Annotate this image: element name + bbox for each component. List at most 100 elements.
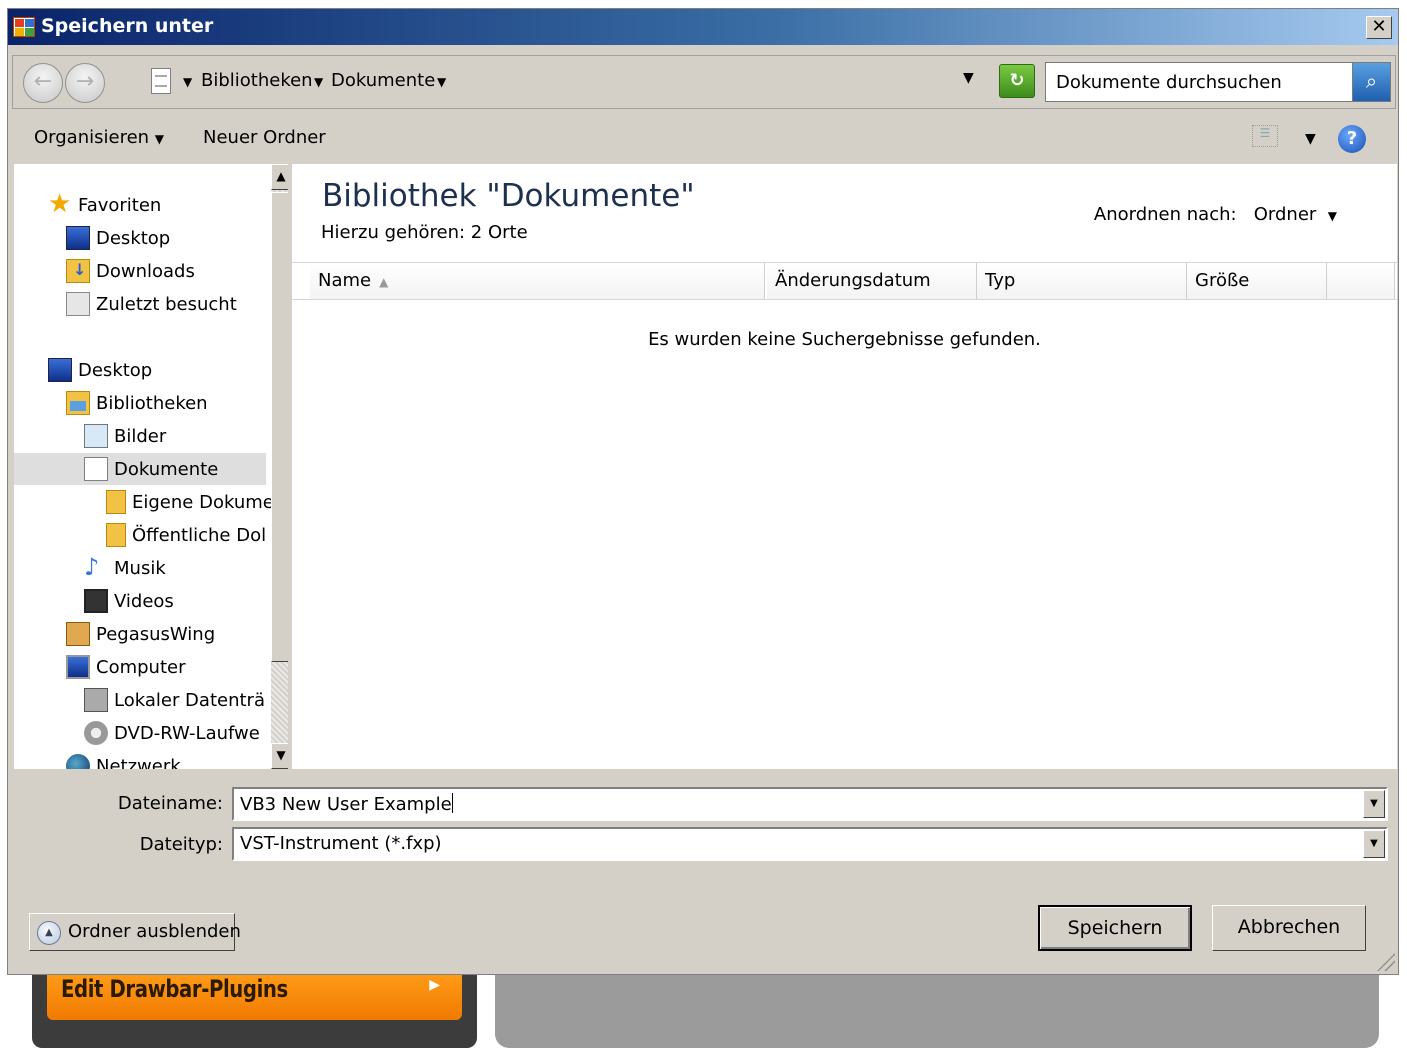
view-dropdown-icon[interactable]: ▼	[1305, 131, 1316, 147]
nav-label: Musik	[114, 557, 166, 579]
search-input[interactable]: Dokumente durchsuchen	[1056, 72, 1282, 93]
library-subtitle[interactable]: Hierzu gehören: 2 Orte	[321, 222, 528, 243]
empty-message: Es wurden keine Suchergebnisse gefunden.	[648, 329, 1041, 350]
title-bar[interactable]: Speichern unter ✕	[8, 9, 1398, 45]
address-history-dropdown-icon[interactable]: ▼	[963, 70, 974, 86]
folder-icon	[106, 490, 126, 514]
column-headers: Name ▲ Änderungsdatum Typ Größe	[292, 262, 1397, 300]
filetype-value[interactable]: VST-Instrument (*.fxp)	[240, 833, 442, 854]
play-arrow-icon: ▶	[429, 977, 440, 993]
nav-item-recent[interactable]: Zuletzt besucht	[66, 288, 237, 320]
nav-item-documents[interactable]: Dokumente	[14, 453, 266, 485]
scrollbar-thumb[interactable]	[271, 192, 288, 662]
app-icon	[13, 17, 35, 37]
breadcrumb-documents[interactable]: Dokumente	[331, 70, 435, 91]
column-header-size[interactable]: Größe	[1187, 263, 1327, 299]
nav-label: Netzwerk	[96, 755, 181, 770]
save-as-dialog: Speichern unter ✕ ← → ▼ Bibliotheken ▼ D…	[7, 8, 1399, 975]
filename-label: Dateiname:	[117, 793, 223, 814]
edit-drawbar-plugins-button[interactable]: Edit Drawbar-Plugins ▶	[47, 975, 462, 1020]
nav-item-public-documents[interactable]: Öffentliche Dol	[106, 519, 266, 551]
chevron-down-icon[interactable]: ▼	[1328, 209, 1337, 223]
dialog-title: Speichern unter	[41, 15, 214, 37]
column-header-modified[interactable]: Änderungsdatum	[767, 263, 977, 299]
breadcrumb-libraries[interactable]: Bibliotheken	[201, 70, 313, 91]
scroll-up-icon[interactable]: ▲	[271, 164, 288, 190]
dvd-drive-icon	[84, 721, 108, 745]
nav-item-desktop-favorite[interactable]: Desktop	[66, 222, 170, 254]
nav-label: Desktop	[96, 227, 171, 249]
nav-item-my-documents[interactable]: Eigene Dokume	[106, 486, 274, 518]
column-header-name[interactable]: Name ▲	[310, 263, 765, 299]
nav-item-computer[interactable]: Computer	[66, 651, 185, 683]
text-cursor	[451, 793, 453, 813]
column-label: Typ	[985, 270, 1016, 291]
resize-grip-icon[interactable]	[1377, 953, 1395, 971]
organize-button[interactable]: Organisieren ▼	[34, 127, 164, 148]
filename-combobox[interactable]: VB3 New User Example ▼	[232, 787, 1388, 821]
nav-scrollbar[interactable]: ▲ ▼	[271, 164, 288, 769]
help-icon[interactable]: ?	[1338, 125, 1366, 153]
nav-item-videos[interactable]: Videos	[84, 585, 174, 617]
breadcrumb-separator-icon[interactable]: ▼	[314, 70, 323, 91]
cancel-button[interactable]: Abbrechen	[1212, 905, 1366, 951]
computer-icon	[66, 655, 90, 679]
nav-label: Dokumente	[114, 458, 219, 480]
chevron-down-icon: ▼	[154, 132, 165, 146]
star-icon: ★	[48, 189, 72, 219]
nav-item-local-disk[interactable]: Lokaler Datenträ	[84, 684, 265, 716]
edit-drawbar-plugins-label: Edit Drawbar-Plugins	[61, 975, 288, 1003]
search-box[interactable]: Dokumente durchsuchen ⌕	[1045, 62, 1391, 102]
nav-label: Zuletzt besucht	[96, 293, 237, 315]
pictures-icon	[84, 424, 108, 448]
nav-item-favorites[interactable]: ★ Favoriten	[48, 189, 161, 221]
chevron-down-icon[interactable]: ▼	[1363, 790, 1385, 818]
address-bar[interactable]: ▼ Bibliotheken ▼ Dokumente ▼ ▼	[143, 62, 1001, 102]
close-icon: ✕	[1371, 16, 1387, 37]
search-icon[interactable]: ⌕	[1352, 63, 1390, 101]
nav-item-dvd-drive[interactable]: DVD-RW-Laufwe	[84, 717, 260, 749]
column-header-type[interactable]: Typ	[977, 263, 1187, 299]
network-icon	[66, 754, 90, 769]
close-button[interactable]: ✕	[1366, 16, 1392, 39]
view-options-icon[interactable]: ☰	[1252, 125, 1278, 147]
nav-label: Bilder	[114, 425, 167, 447]
column-header-extra[interactable]	[1327, 263, 1395, 299]
nav-item-downloads[interactable]: Downloads	[66, 255, 195, 287]
nav-item-music[interactable]: ♪ Musik	[84, 552, 166, 584]
recent-places-icon	[66, 292, 90, 316]
filetype-select[interactable]: VST-Instrument (*.fxp) ▼	[232, 827, 1388, 861]
document-icon	[151, 68, 171, 94]
user-folder-icon	[66, 622, 90, 646]
libraries-icon	[66, 391, 90, 415]
nav-item-libraries[interactable]: Bibliotheken	[66, 387, 208, 419]
file-list-pane[interactable]: Bibliothek "Dokumente" Hierzu gehören: 2…	[292, 164, 1397, 769]
film-icon	[84, 589, 108, 613]
nav-label: Videos	[114, 590, 174, 612]
arrange-by[interactable]: Anordnen nach: Ordner ▼	[1094, 204, 1337, 225]
nav-item-pictures[interactable]: Bilder	[84, 420, 166, 452]
save-button[interactable]: Speichern	[1038, 905, 1192, 951]
hide-folders-button[interactable]: ▲ Ordner ausblenden	[29, 913, 241, 951]
breadcrumb-dropdown-icon[interactable]: ▼	[437, 70, 446, 91]
back-button[interactable]: ←	[23, 63, 63, 103]
nav-item-desktop[interactable]: Desktop	[48, 354, 152, 386]
breadcrumb-separator-icon[interactable]: ▼	[183, 70, 192, 91]
nav-label: Bibliotheken	[96, 392, 208, 414]
refresh-button[interactable]: ↻	[999, 64, 1035, 98]
navigation-pane[interactable]: ★ Favoriten Desktop Downloads Zuletzt bes…	[14, 164, 288, 769]
nav-item-user[interactable]: PegasusWing	[66, 618, 215, 650]
chevron-down-icon[interactable]: ▼	[1363, 830, 1385, 858]
library-title: Bibliothek "Dokumente"	[322, 178, 695, 214]
new-folder-button[interactable]: Neuer Ordner	[203, 127, 326, 148]
nav-label: DVD-RW-Laufwe	[114, 722, 260, 744]
arrange-value[interactable]: Ordner	[1254, 204, 1317, 225]
forward-button[interactable]: →	[65, 63, 105, 103]
nav-label: Favoriten	[78, 194, 162, 216]
arrange-label: Anordnen nach:	[1093, 204, 1237, 225]
scroll-down-icon[interactable]: ▼	[271, 743, 288, 769]
nav-item-network[interactable]: Netzwerk	[66, 750, 181, 769]
sort-ascending-icon: ▲	[379, 275, 389, 289]
filename-input[interactable]: VB3 New User Example	[240, 793, 453, 815]
nav-label: PegasusWing	[96, 623, 216, 645]
